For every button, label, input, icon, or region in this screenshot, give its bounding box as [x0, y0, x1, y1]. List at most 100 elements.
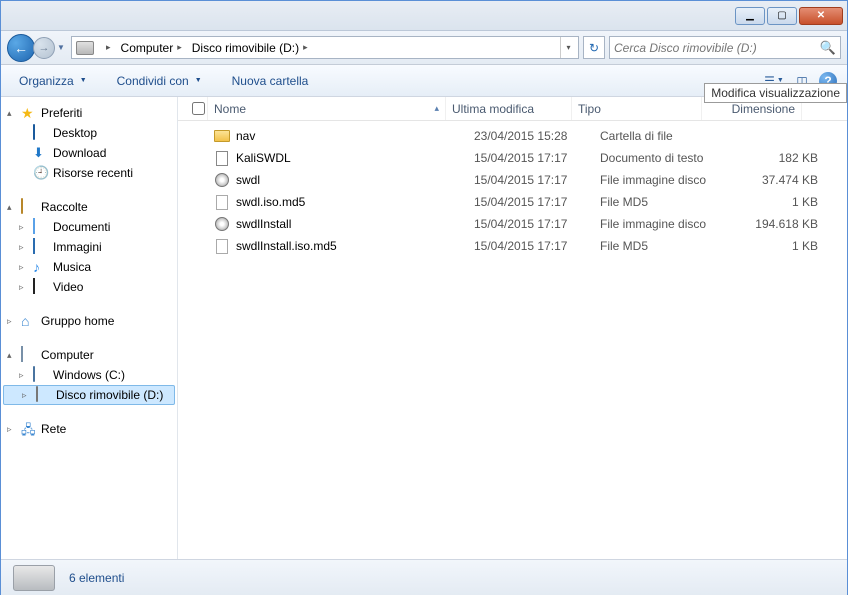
status-text: 6 elementi [69, 571, 124, 585]
breadcrumb-root-arrow[interactable]: ▸ [98, 37, 115, 58]
sidebar-item-label: Desktop [53, 126, 97, 140]
file-modified: 15/04/2015 17:17 [468, 239, 594, 253]
file-size: 194.618 KB [724, 217, 824, 231]
column-header-select[interactable] [186, 97, 208, 120]
file-list-pane: Nome ▴ Ultima modifica Tipo Dimensione n… [178, 97, 847, 559]
new-folder-button[interactable]: Nuova cartella [224, 71, 317, 91]
file-size: 37.474 KB [724, 173, 824, 187]
expander-icon[interactable]: ▹ [19, 370, 29, 381]
column-header-modified[interactable]: Ultima modifica [446, 97, 572, 120]
breadcrumb-label: Computer [121, 41, 174, 55]
network-group: ▹ 🖧 Rete [1, 419, 177, 439]
txt-icon [216, 151, 228, 166]
sidebar-item-label: Documenti [53, 220, 110, 234]
file-size: 182 KB [724, 151, 824, 165]
address-dropdown[interactable]: ▾ [560, 37, 576, 58]
file-row[interactable]: swdl15/04/2015 17:17File immagine disco3… [178, 169, 847, 191]
file-row[interactable]: swdlInstall.iso.md515/04/2015 17:17File … [178, 235, 847, 257]
expander-icon[interactable]: ▴ [7, 108, 17, 119]
sort-ascending-icon: ▴ [434, 103, 439, 114]
sidebar-item-favorites[interactable]: ▴ ★ Preferiti [1, 103, 177, 123]
column-header-name[interactable]: Nome ▴ [208, 97, 446, 120]
main-area: ▴ ★ Preferiti Desktop ⬇ Download 🕘 Risor… [1, 97, 847, 559]
breadcrumb-computer[interactable]: Computer ▸ [117, 37, 186, 58]
organize-menu[interactable]: Organizza ▼ [11, 71, 95, 91]
homegroup-group: ▹ ⌂ Gruppo home [1, 311, 177, 331]
select-all-checkbox[interactable] [192, 102, 205, 115]
file-row[interactable]: KaliSWDL15/04/2015 17:17Documento di tes… [178, 147, 847, 169]
disc-icon [215, 217, 229, 231]
close-button[interactable]: ✕ [799, 7, 843, 25]
status-bar: 6 elementi [1, 559, 847, 595]
column-label: Ultima modifica [452, 102, 534, 116]
expander-icon[interactable]: ▹ [7, 424, 17, 435]
navigation-bar: ← → ▼ ▸ Computer ▸ Disco rimovibile (D:)… [1, 31, 847, 65]
sidebar-item-computer[interactable]: ▴ Computer [1, 345, 177, 365]
expander-icon[interactable]: ▹ [19, 242, 29, 253]
sidebar-item-music[interactable]: ▹ ♪ Musica [1, 257, 177, 277]
sidebar-item-label: Video [53, 280, 83, 294]
file-type: Documento di testo [594, 151, 724, 165]
sidebar-item-label: Windows (C:) [53, 368, 125, 382]
file-row[interactable]: swdlInstall15/04/2015 17:17File immagine… [178, 213, 847, 235]
sidebar-item-label: Risorse recenti [53, 166, 133, 180]
expander-icon[interactable]: ▹ [7, 316, 17, 327]
sidebar-item-label: Computer [41, 348, 94, 362]
share-menu[interactable]: Condividi con ▼ [109, 71, 210, 91]
search-input[interactable] [614, 41, 818, 55]
sidebar-item-label: Preferiti [41, 106, 82, 120]
breadcrumb-drive[interactable]: Disco rimovibile (D:) ▸ [188, 37, 312, 58]
new-folder-label: Nuova cartella [232, 74, 309, 88]
refresh-button[interactable]: ↻ [583, 36, 605, 59]
file-name: swdl [236, 173, 260, 187]
disc-icon [215, 173, 229, 187]
forward-button[interactable]: → [33, 37, 55, 59]
minimize-button[interactable]: ▁ [735, 7, 765, 25]
expander-icon[interactable]: ▹ [19, 282, 29, 293]
desktop-icon [33, 124, 35, 140]
column-label: Tipo [578, 102, 601, 116]
column-label: Nome [214, 102, 246, 116]
sidebar-item-cdrive[interactable]: ▹ Windows (C:) [1, 365, 177, 385]
maximize-button[interactable]: ▢ [767, 7, 797, 25]
sidebar-item-documents[interactable]: ▹ Documenti [1, 217, 177, 237]
back-button[interactable]: ← [7, 34, 35, 62]
sidebar-item-desktop[interactable]: Desktop [1, 123, 177, 143]
sidebar-item-libraries[interactable]: ▴ Raccolte [1, 197, 177, 217]
expander-icon[interactable]: ▹ [19, 262, 29, 273]
expander-icon[interactable]: ▹ [22, 390, 32, 401]
file-row[interactable]: nav23/04/2015 15:28Cartella di file [178, 125, 847, 147]
search-box[interactable]: 🔍 [609, 36, 841, 59]
sidebar-item-removable-drive[interactable]: ▹ Disco rimovibile (D:) [3, 385, 175, 405]
sidebar-item-video[interactable]: ▹ Video [1, 277, 177, 297]
organize-label: Organizza [19, 74, 74, 88]
arrow-left-icon: ← [14, 40, 28, 56]
expander-icon[interactable]: ▹ [19, 222, 29, 233]
column-label: Dimensione [732, 102, 795, 116]
chevron-down-icon: ▼ [80, 77, 87, 84]
file-rows: nav23/04/2015 15:28Cartella di fileKaliS… [178, 121, 847, 261]
folder-icon [214, 130, 230, 142]
sidebar-item-network[interactable]: ▹ 🖧 Rete [1, 419, 177, 439]
expander-icon[interactable]: ▴ [7, 202, 17, 213]
history-dropdown[interactable]: ▼ [55, 35, 67, 61]
chevron-down-icon: ▼ [195, 77, 202, 84]
expander-icon[interactable]: ▴ [7, 350, 17, 361]
file-type: File immagine disco [594, 217, 724, 231]
sidebar-item-label: Download [53, 146, 106, 160]
file-name: nav [236, 129, 255, 143]
sidebar-item-recent[interactable]: 🕘 Risorse recenti [1, 163, 177, 183]
column-header-type[interactable]: Tipo [572, 97, 702, 120]
address-bar[interactable]: ▸ Computer ▸ Disco rimovibile (D:) ▸ ▾ [71, 36, 579, 59]
file-name: swdlInstall [236, 217, 291, 231]
sidebar-item-homegroup[interactable]: ▹ ⌂ Gruppo home [1, 311, 177, 331]
sidebar-item-label: Raccolte [41, 200, 88, 214]
sidebar-item-download[interactable]: ⬇ Download [1, 143, 177, 163]
file-modified: 23/04/2015 15:28 [468, 129, 594, 143]
navigation-pane[interactable]: ▴ ★ Preferiti Desktop ⬇ Download 🕘 Risor… [1, 97, 178, 559]
download-icon: ⬇ [33, 145, 49, 161]
file-row[interactable]: swdl.iso.md515/04/2015 17:17File MD51 KB [178, 191, 847, 213]
music-icon: ♪ [33, 259, 49, 275]
sidebar-item-images[interactable]: ▹ Immagini [1, 237, 177, 257]
file-icon [216, 195, 228, 210]
